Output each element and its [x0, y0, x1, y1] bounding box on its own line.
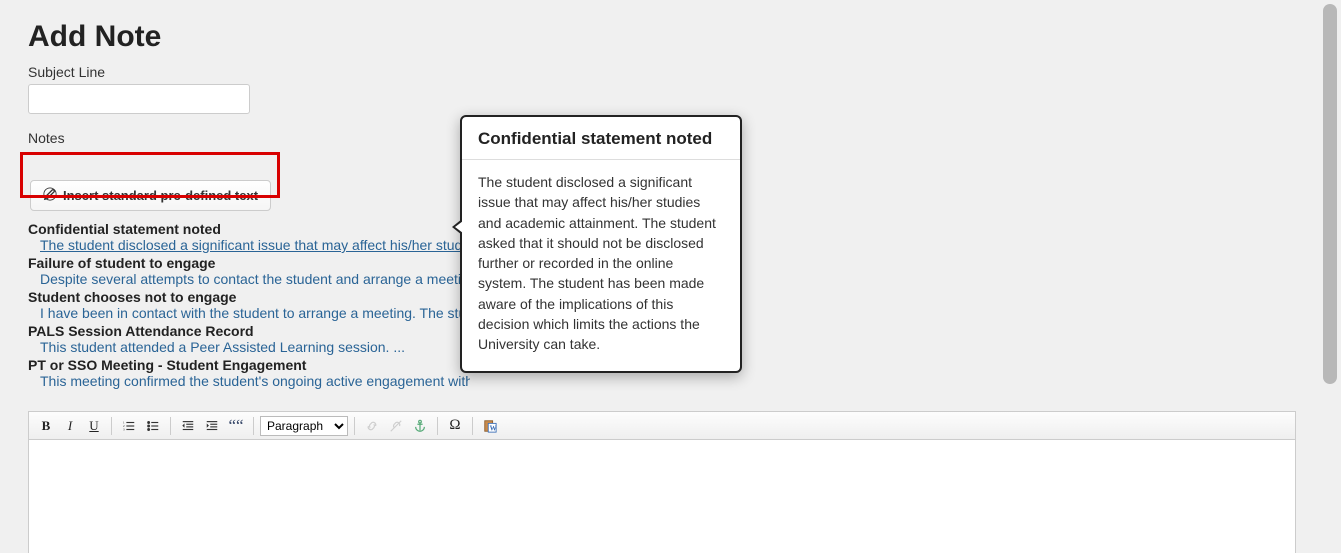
tooltip-title: Confidential statement noted	[462, 117, 740, 160]
toolbar-separator	[253, 417, 254, 435]
subject-line-label: Subject Line	[28, 64, 1296, 80]
special-char-button[interactable]: Ω	[444, 415, 466, 437]
toolbar-separator	[472, 417, 473, 435]
link-button[interactable]	[361, 415, 383, 437]
notes-editor-body[interactable]	[29, 440, 1295, 550]
template-preview-link[interactable]: I have been in contact with the student …	[40, 305, 470, 321]
scrollbar-thumb[interactable]	[1323, 4, 1337, 384]
toolbar-separator	[437, 417, 438, 435]
toolbar-separator	[354, 417, 355, 435]
italic-button[interactable]: I	[59, 415, 81, 437]
tooltip-arrow	[452, 219, 462, 235]
template-tooltip: Confidential statement noted The student…	[460, 115, 742, 373]
template-preview-link[interactable]: Despite several attempts to contact the …	[40, 271, 470, 287]
bullet-list-button[interactable]	[142, 415, 164, 437]
bold-button[interactable]: B	[35, 415, 57, 437]
paste-from-word-button[interactable]: W	[479, 415, 501, 437]
tooltip-body: The student disclosed a significant issu…	[462, 160, 740, 371]
subject-line-input[interactable]	[28, 84, 250, 114]
svg-text:3: 3	[123, 427, 125, 431]
toolbar-separator	[170, 417, 171, 435]
numbered-list-button[interactable]: 123	[118, 415, 140, 437]
rich-text-editor: B I U 123	[28, 411, 1296, 553]
page-title: Add Note	[28, 20, 1296, 54]
insert-button-label: Insert standard pre-defined text	[63, 188, 258, 203]
toolbar-separator	[111, 417, 112, 435]
outdent-button[interactable]	[177, 415, 199, 437]
format-select[interactable]: Paragraph	[260, 416, 348, 436]
indent-button[interactable]	[201, 415, 223, 437]
template-preview-link[interactable]: This student attended a Peer Assisted Le…	[40, 339, 470, 355]
template-preview-link[interactable]: The student disclosed a significant issu…	[40, 237, 470, 253]
blockquote-button[interactable]: ““	[225, 415, 247, 437]
anchor-button[interactable]	[409, 415, 431, 437]
editor-toolbar: B I U 123	[29, 412, 1295, 440]
underline-button[interactable]: U	[83, 415, 105, 437]
svg-text:W: W	[490, 424, 497, 432]
template-preview-link[interactable]: This meeting confirmed the student's ong…	[40, 373, 470, 389]
edit-icon	[43, 187, 57, 204]
insert-predefined-text-button[interactable]: Insert standard pre-defined text	[30, 180, 271, 211]
unlink-button[interactable]	[385, 415, 407, 437]
